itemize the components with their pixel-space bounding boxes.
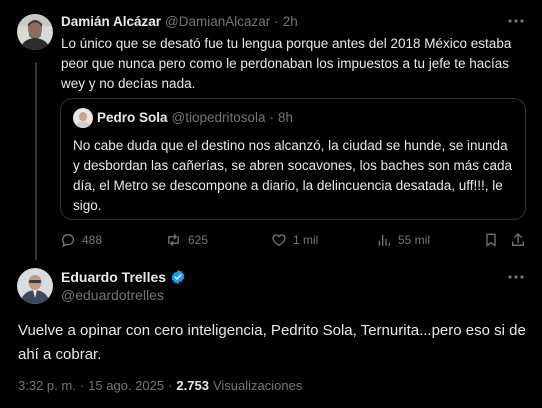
more-dots-icon: [508, 275, 524, 279]
tweet2-separator-2: ·: [168, 377, 173, 393]
views-count: 55 mil: [398, 233, 431, 247]
tweet2-header: Eduardo Trelles: [61, 268, 186, 286]
quoted-tweet-text: No cabe duda que el destino nos alcanzó,…: [73, 138, 513, 213]
share-button[interactable]: [510, 230, 532, 250]
tweet1-author-handle[interactable]: @DamianAlcazar: [165, 14, 270, 29]
quoted-author-handle: @tiopedritosola: [171, 109, 266, 125]
quoted-tweet-card[interactable]: Pedro Sola @tiopedritosola · 8h No cabe …: [60, 98, 526, 220]
avatar-pedro-sola: [73, 108, 93, 128]
avatar-eduardo-trelles[interactable]: [17, 268, 53, 304]
thread-connector-line: [35, 62, 37, 260]
tweet2-separator: ·: [79, 377, 85, 393]
share-upload-icon: [511, 233, 524, 246]
tweet1-text: Lo único que se desató fue tu lengua por…: [61, 36, 512, 91]
bookmark-icon: [486, 233, 496, 247]
tweet2-views-label: Visualizaciones: [212, 377, 303, 393]
tweet2-meta: 3:32 p. m. · 15 ago. 2025 · 2.753 Visual…: [18, 377, 302, 393]
tweet2-time[interactable]: 3:32 p. m.: [18, 378, 76, 393]
like-button[interactable]: 1 mil: [271, 230, 318, 250]
more-dots-icon: [508, 19, 524, 23]
tweet1-action-bar: 488 625 1 mil 55 mil: [60, 230, 526, 250]
repost-count: 625: [188, 233, 209, 247]
avatar-damian-alcazar[interactable]: [17, 14, 53, 50]
tweet2-more-button[interactable]: [506, 269, 526, 285]
reply-button[interactable]: 488: [60, 230, 102, 250]
quoted-separator: ·: [269, 109, 275, 125]
heart-icon: [272, 234, 286, 246]
tweet1-time[interactable]: 2h: [283, 14, 298, 29]
tweet2-text: Vuelve a opinar con cero inteligencia, P…: [18, 322, 526, 363]
tweet1-more-button[interactable]: [506, 13, 526, 29]
like-count: 1 mil: [293, 233, 319, 247]
tweet1-separator: ·: [274, 13, 279, 29]
tweet2-date[interactable]: 15 ago. 2025: [88, 378, 164, 393]
bar-chart-icon: [378, 234, 390, 246]
verified-badge-icon: [170, 269, 186, 285]
quoted-tweet-header: Pedro Sola @tiopedritosola · 8h: [97, 108, 293, 126]
repost-arrows-icon: [168, 234, 179, 246]
repost-button[interactable]: 625: [165, 230, 208, 250]
quoted-author-name: Pedro Sola: [97, 109, 168, 125]
tweet2-author-handle[interactable]: @eduardotrelles: [61, 287, 164, 303]
tweet1-header: Damián Alcázar @DamianAlcazar · 2h: [61, 12, 298, 30]
reply-count: 488: [82, 233, 103, 247]
tweet1-author-name[interactable]: Damián Alcázar: [61, 14, 161, 29]
bookmark-button[interactable]: [483, 230, 505, 250]
reply-bubble-icon: [61, 233, 75, 248]
quoted-time: 8h: [278, 109, 294, 125]
tweet2-author-name[interactable]: Eduardo Trelles: [61, 269, 166, 285]
views-button[interactable]: 55 mil: [376, 230, 430, 250]
tweet2-views-count: 2.753: [176, 377, 209, 393]
